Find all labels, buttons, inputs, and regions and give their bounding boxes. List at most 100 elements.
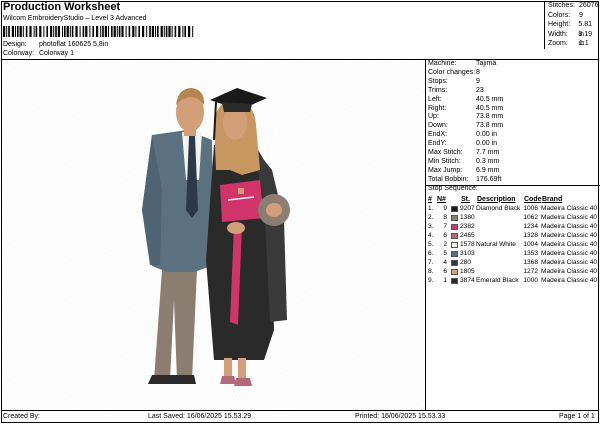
design-preview xyxy=(2,60,425,410)
colorway-value: Colorway 1 xyxy=(38,50,74,57)
thread-brand: Madeira Classic 40 xyxy=(541,232,598,239)
thread-swatch xyxy=(451,232,458,239)
needle-number: 1 xyxy=(443,277,447,284)
thread-swatch xyxy=(451,241,458,248)
info-max-stitch: Max Stitch: 7.7 mm xyxy=(428,149,500,156)
footer-divider xyxy=(1,410,599,411)
thread-brand: Madeira Classic 40 xyxy=(541,241,598,248)
thread-code: 1062 xyxy=(523,214,538,221)
thread-code: 1368 xyxy=(523,259,538,266)
thread-brand: Madeira Classic 40 xyxy=(541,205,598,212)
stop-sequence-header: # N# St. Description Code Brand xyxy=(428,195,598,204)
stitch-count: 2465 xyxy=(460,232,475,239)
stitch-count: 280 xyxy=(460,259,472,266)
colorway-row: Colorway: Colorway 1 xyxy=(3,50,74,57)
info-down: Down: 73.8 mm xyxy=(428,122,504,130)
page-number: Page 1 of 1 xyxy=(559,413,595,420)
thread-description: Emerald Black xyxy=(476,277,519,284)
needle-number: 9 xyxy=(443,205,447,212)
stop-number: 6. xyxy=(428,250,434,257)
embroidery-artwork xyxy=(2,60,425,410)
stop-sequence-row: 8. 6 1805 1272 Madeira Classic 40 xyxy=(428,267,600,276)
info-min-stitch: Min Stitch: 0.3 mm xyxy=(428,157,500,165)
thread-code: 1272 xyxy=(523,268,538,275)
stitch-count: 2382 xyxy=(460,223,475,230)
thread-description xyxy=(476,249,523,258)
info-machine: Machine: Tajima xyxy=(428,60,497,67)
stitch-count: 3874 xyxy=(460,277,475,284)
summary-stitches: Stitches: 26076 xyxy=(548,2,599,9)
summary-height: Height: 5.81 in xyxy=(548,21,593,38)
needle-number: 5 xyxy=(443,250,447,257)
machine-info-panel: Machine: Tajima Color changes: 8 Stops: 9 T… xyxy=(425,59,600,410)
thread-description xyxy=(476,222,523,231)
created-by: Created By: xyxy=(3,413,40,420)
stop-number: 4. xyxy=(428,232,434,239)
thread-brand: Madeira Classic 40 xyxy=(541,214,598,221)
footer: Created By: Last Saved: 16/06/2025 15.53… xyxy=(3,412,597,422)
col-num: # xyxy=(428,195,432,203)
needle-number: 6 xyxy=(443,268,447,275)
info-trims: Trims: 23 xyxy=(428,86,484,94)
printed: Printed: 16/06/2025 15.53.33 xyxy=(355,413,446,420)
barcode xyxy=(3,26,194,37)
stop-sequence-title: Stop Sequence: xyxy=(428,185,478,192)
thread-brand: Madeira Classic 40 xyxy=(541,277,598,284)
thread-swatch xyxy=(451,214,458,221)
col-n: N# xyxy=(437,195,446,203)
software-subtitle: Wilcom EmbroideryStudio – Level 3 Advanc… xyxy=(3,15,147,22)
col-code: Code xyxy=(524,195,542,203)
stop-sequence-row: 6. 5 3103 1353 Madeira Classic 40 xyxy=(428,249,600,258)
stop-number: 8. xyxy=(428,268,434,275)
thread-code: 1234 xyxy=(523,223,538,230)
info-endy: EndY: 0.00 in xyxy=(428,140,498,148)
thread-code: 1328 xyxy=(523,232,538,239)
stop-sequence-row: 9. 1 3874 Emerald Black 1000 Madeira Classic … xyxy=(428,276,600,285)
needle-number: 7 xyxy=(443,223,447,230)
stop-number: 1. xyxy=(428,205,434,212)
stitch-count: 9207 xyxy=(460,205,475,212)
summary-box: Stitches: 26076 Colors: 9 Height: 5.81 in W… xyxy=(544,1,599,49)
thread-description xyxy=(476,258,523,267)
thread-description xyxy=(476,267,523,276)
stitch-count: 1380 xyxy=(460,214,475,221)
info-endx: EndX: 0.00 in xyxy=(428,131,498,139)
thread-swatch xyxy=(451,250,458,257)
stop-sequence-row: 4. 6 2465 1328 Madeira Classic 40 xyxy=(428,231,600,240)
stitch-texture xyxy=(2,60,425,410)
thread-description xyxy=(476,231,523,240)
needle-number: 6 xyxy=(443,232,447,239)
info-left: Left: 40.5 mm xyxy=(428,95,504,103)
thread-brand: Madeira Classic 40 xyxy=(541,268,598,275)
info-stops: Stops: 9 xyxy=(428,77,480,85)
thread-description: Natural White xyxy=(476,241,516,248)
needle-number: 4 xyxy=(443,259,447,266)
thread-code: 1004 xyxy=(523,241,538,248)
thread-swatch xyxy=(451,268,458,275)
info-max-jump: Max Jump: 6.9 mm xyxy=(428,166,500,174)
stop-sequence-row: 3. 7 2382 1234 Madeira Classic 40 xyxy=(428,222,600,231)
thread-description: Diamond Black xyxy=(476,205,521,212)
col-st: St. xyxy=(461,195,470,203)
thread-swatch xyxy=(451,277,458,284)
stop-sequence-row: 7. 4 280 1368 Madeira Classic 40 xyxy=(428,258,600,267)
col-description: Description xyxy=(477,195,516,203)
info-total-bobbin: Total Bobbin: 176.69ft xyxy=(428,175,502,183)
colorway-label: Colorway: xyxy=(3,50,35,57)
info-up: Up: 73.8 mm xyxy=(428,113,504,121)
info-color-changes: Color changes: 8 xyxy=(428,68,480,76)
thread-brand: Madeira Classic 40 xyxy=(541,259,598,266)
stitch-count: 1578 xyxy=(460,241,475,248)
stitch-count: 3103 xyxy=(460,250,475,257)
thread-swatch xyxy=(451,223,458,230)
thread-code: 1000 xyxy=(523,277,538,284)
thread-swatch xyxy=(451,205,458,212)
thread-swatch xyxy=(451,259,458,266)
thread-brand: Madeira Classic 40 xyxy=(541,223,598,230)
stop-number: 5. xyxy=(428,241,434,248)
summary-colors: Colors: 9 xyxy=(548,11,583,19)
last-saved: Last Saved: 16/06/2025 15.53.29 xyxy=(148,413,252,420)
needle-number: 8 xyxy=(443,214,447,221)
col-brand: Brand xyxy=(542,195,563,203)
stop-number: 2. xyxy=(428,214,434,221)
